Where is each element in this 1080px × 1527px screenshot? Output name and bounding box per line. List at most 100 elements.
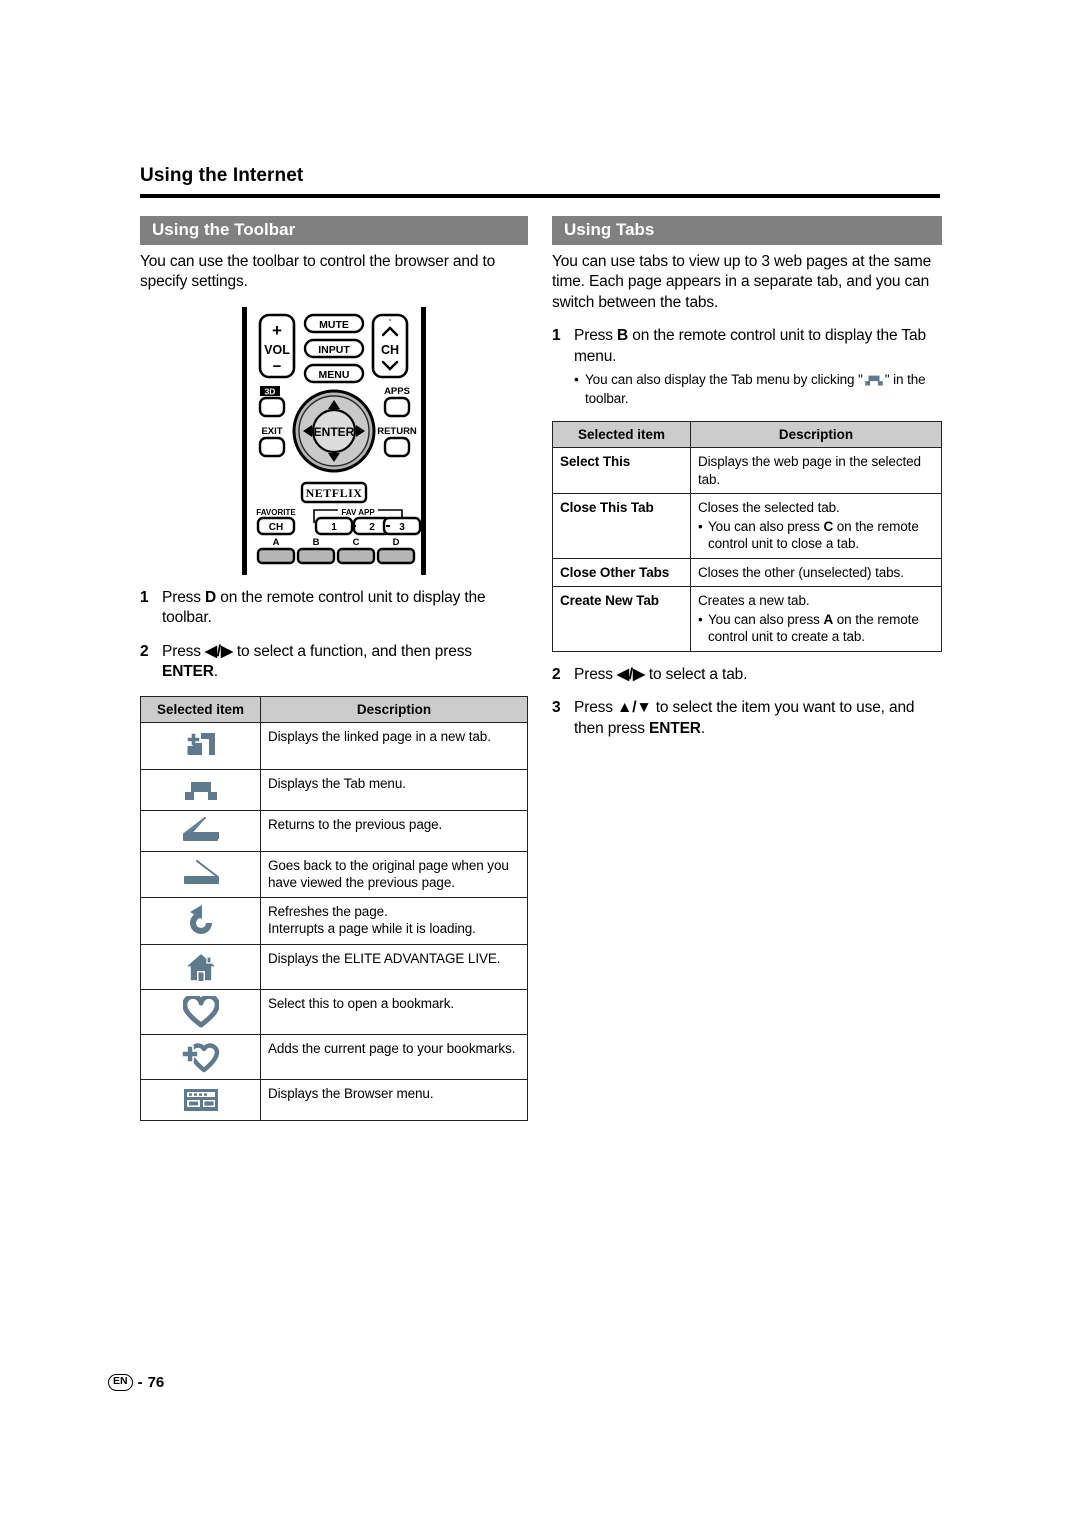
table-header-row: Selected item Description xyxy=(552,421,942,448)
svg-text:EXIT: EXIT xyxy=(261,426,282,437)
description-line: Creates a new tab. xyxy=(698,593,810,609)
svg-text:APPS: APPS xyxy=(384,386,410,397)
step-text: Press ◀/▶ to select a tab. xyxy=(574,665,748,683)
arrow-keys-icon: ◀/▶ xyxy=(617,665,645,683)
table-row: Refreshes the page. Interrupts a page whi… xyxy=(140,896,528,945)
item-name-cell: Create New Tab xyxy=(552,586,691,652)
step-number: 3 xyxy=(552,699,561,717)
right-step-1: 1 Press B on the remote control unit to … xyxy=(552,326,942,367)
header-rule xyxy=(140,194,940,198)
table-row: Displays the linked page in a new tab. xyxy=(140,721,528,770)
language-badge: EN xyxy=(108,1374,133,1391)
svg-text:CH: CH xyxy=(269,522,283,533)
left-column: Using the Toolbar You can use the toolba… xyxy=(140,216,528,1121)
bullet-dot: • xyxy=(698,611,703,627)
description-cell: Goes back to the original page when you … xyxy=(260,850,528,898)
tab-menu-icon xyxy=(864,375,883,386)
description-line: Closes the selected tab. xyxy=(698,500,840,516)
icon-cell xyxy=(140,768,261,811)
table-row: Returns to the previous page. xyxy=(140,809,528,852)
refresh-icon xyxy=(189,904,212,934)
tabs-intro-text: You can use tabs to view up to 3 web pag… xyxy=(552,252,932,311)
table-row: Displays the Tab menu. xyxy=(140,768,528,811)
svg-text:CH: CH xyxy=(381,343,399,357)
svg-text:−: − xyxy=(273,358,282,375)
description-bullet: • You can also press A on the remote con… xyxy=(698,611,934,646)
description-cell: Returns to the previous page. xyxy=(260,809,528,852)
bullet-dot: • xyxy=(698,518,703,534)
description-cell: Select this to open a bookmark. xyxy=(260,988,528,1035)
icon-cell xyxy=(140,721,261,770)
svg-text:RETURN: RETURN xyxy=(377,426,417,437)
svg-text:1: 1 xyxy=(331,522,337,533)
step-text: Press ◀/▶ to select a function, and then… xyxy=(162,642,472,681)
right-step-1-bullet: • You can also display the Tab menu by c… xyxy=(574,371,942,408)
bullet-text: You can also display the Tab menu by cli… xyxy=(585,372,926,406)
add-bookmark-icon xyxy=(180,1043,219,1072)
right-step-2: 2 Press ◀/▶ to select a tab. xyxy=(552,665,942,685)
remote-control-illustration: + VOL − MUTE INPUT MENU ° CH 3D APPS EXI… xyxy=(140,306,528,575)
item-name-cell: Close This Tab xyxy=(552,493,691,559)
svg-text:°: ° xyxy=(389,318,392,326)
step-number: 1 xyxy=(552,327,561,345)
description-line-1: Refreshes the page. xyxy=(268,903,388,919)
svg-text:NETFLIX: NETFLIX xyxy=(306,486,363,500)
section-title-using-the-toolbar: Using the Toolbar xyxy=(140,216,528,245)
bullet-text: You can also press C on the remote contr… xyxy=(708,518,919,552)
svg-text:3: 3 xyxy=(399,522,405,533)
key-label: ENTER xyxy=(162,663,214,681)
svg-text:D: D xyxy=(393,537,400,548)
page-header: Using the Internet xyxy=(140,165,940,198)
table-header-row: Selected item Description xyxy=(140,695,528,723)
description-bullet: • You can also press C on the remote con… xyxy=(698,518,934,553)
step-text: Press B on the remote control unit to di… xyxy=(574,327,926,365)
icon-cell xyxy=(140,1078,261,1121)
description-cell: Creates a new tab. • You can also press … xyxy=(690,586,942,652)
section-title-using-tabs: Using Tabs xyxy=(552,216,942,245)
svg-text:INPUT: INPUT xyxy=(318,344,350,356)
icon-cell xyxy=(140,988,261,1035)
description-cell: Closes the other (unselected) tabs. xyxy=(690,557,942,588)
svg-text:FAV APP: FAV APP xyxy=(341,508,375,517)
chapter-title: Using the Internet xyxy=(140,165,304,186)
column-header-selected-item: Selected item xyxy=(552,421,691,448)
icon-cell xyxy=(140,809,261,852)
key-label: B xyxy=(617,327,629,345)
svg-text:MENU: MENU xyxy=(319,369,350,381)
step-text: Press ▲/▼ to select the item you want to… xyxy=(574,699,915,737)
table-row: Select this to open a bookmark. xyxy=(140,988,528,1035)
key-label: ENTER xyxy=(649,719,701,737)
back-arrow-icon xyxy=(182,816,219,841)
left-step-1: 1 Press D on the remote control unit to … xyxy=(140,588,528,629)
page-number: 76 xyxy=(147,1374,165,1391)
icon-cell xyxy=(140,896,261,945)
item-name-cell: Select This xyxy=(552,446,691,495)
arrow-keys-icon: ◀/▶ xyxy=(205,642,233,660)
table-row: Displays the Browser menu. xyxy=(140,1078,528,1121)
tab-menu-icon xyxy=(184,781,217,800)
column-header-description: Description xyxy=(260,695,528,723)
description-cell: Refreshes the page. Interrupts a page whi… xyxy=(260,896,528,945)
table-row: Displays the ELITE ADVANTAGE LIVE. xyxy=(140,943,528,990)
right-column: Using Tabs You can use tabs to view up t… xyxy=(552,216,942,739)
icon-cell xyxy=(140,1033,261,1080)
key-label: D xyxy=(205,588,217,606)
icon-cell xyxy=(140,943,261,990)
description-cell: Displays the linked page in a new tab. xyxy=(260,721,528,770)
step-number: 1 xyxy=(140,588,149,606)
footer-dash: - xyxy=(137,1374,143,1391)
new-tab-icon xyxy=(185,731,215,755)
browser-menu-icon xyxy=(183,1088,218,1111)
description-cell: Displays the ELITE ADVANTAGE LIVE. xyxy=(260,943,528,990)
description-cell: Closes the selected tab. • You can also … xyxy=(690,493,942,559)
home-icon xyxy=(182,951,219,982)
step-number: 2 xyxy=(140,642,149,660)
page-footer: EN - 76 xyxy=(108,1374,164,1391)
description-cell: Adds the current page to your bookmarks. xyxy=(260,1033,528,1080)
svg-text:VOL: VOL xyxy=(264,343,290,357)
step-number: 2 xyxy=(552,665,561,683)
table-row: Goes back to the original page when you … xyxy=(140,850,528,898)
left-step-2: 2 Press ◀/▶ to select a function, and th… xyxy=(140,642,528,683)
toolbar-intro-text: You can use the toolbar to control the b… xyxy=(140,252,496,291)
table-row: Close Other Tabs Closes the other (unsel… xyxy=(552,557,942,588)
